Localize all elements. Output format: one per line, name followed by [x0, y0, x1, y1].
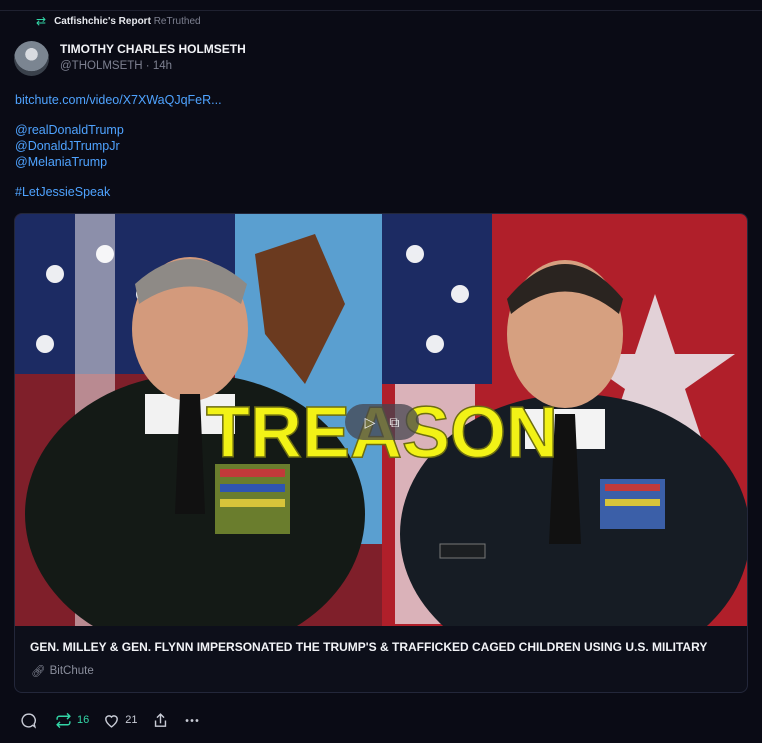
- retruth-action-icon: [56, 712, 71, 728]
- like-count: 21: [125, 714, 138, 726]
- play-icon[interactable]: ▷: [365, 414, 376, 431]
- mention-2[interactable]: @DonaldJTrumpJr: [15, 138, 222, 154]
- retruth-count: 16: [77, 714, 90, 726]
- heart-icon: [105, 714, 119, 728]
- action-bar: 16 21: [20, 709, 215, 731]
- reply-icon: [21, 712, 37, 729]
- external-link-icon[interactable]: ⧉: [389, 414, 399, 431]
- mention-1[interactable]: @realDonaldTrump: [15, 122, 222, 138]
- author-handle-time: @THOLMSETH · 14h: [60, 60, 173, 72]
- retruth-icon: ⇄: [36, 14, 47, 28]
- mention-3[interactable]: @MelaniaTrump: [15, 154, 222, 170]
- link-icon: 🔗︎: [31, 666, 46, 678]
- retruth-bar: ⇄ Catfishchic's Report ReTruthed: [36, 14, 201, 28]
- card-source: 🔗︎ BitChute: [31, 664, 94, 678]
- more-button[interactable]: [183, 712, 201, 729]
- retruth-button[interactable]: 16: [55, 712, 89, 729]
- more-icon: [185, 718, 198, 722]
- like-button[interactable]: 21: [103, 712, 138, 729]
- retruth-action: ReTruthed: [153, 15, 201, 27]
- top-divider: [0, 10, 762, 11]
- card-title[interactable]: GEN. MILLEY & GEN. FLYNN IMPERSONATED TH…: [30, 640, 735, 654]
- video-thumbnail[interactable]: TREASON ▷ ⧉: [15, 214, 747, 626]
- play-controls[interactable]: ▷ ⧉: [345, 404, 419, 440]
- author-name[interactable]: TIMOTHY CHARLES HOLMSETH: [60, 42, 246, 56]
- reply-button[interactable]: [20, 712, 37, 729]
- share-icon: [154, 712, 166, 727]
- avatar[interactable]: [14, 41, 49, 76]
- hashtag[interactable]: #LetJessieSpeak: [15, 184, 222, 200]
- card-source-label: BitChute: [49, 665, 94, 677]
- retruth-user[interactable]: Catfishchic's Report: [54, 16, 151, 27]
- share-button[interactable]: [152, 712, 169, 729]
- post-body: bitchute.com/video/X7XWaQJqFeR... @realD…: [15, 92, 222, 200]
- link-preview-card[interactable]: TREASON ▷ ⧉ GEN. MILLEY & GEN. FLYNN IMP…: [14, 213, 748, 693]
- post-link[interactable]: bitchute.com/video/X7XWaQJqFeR...: [15, 92, 222, 108]
